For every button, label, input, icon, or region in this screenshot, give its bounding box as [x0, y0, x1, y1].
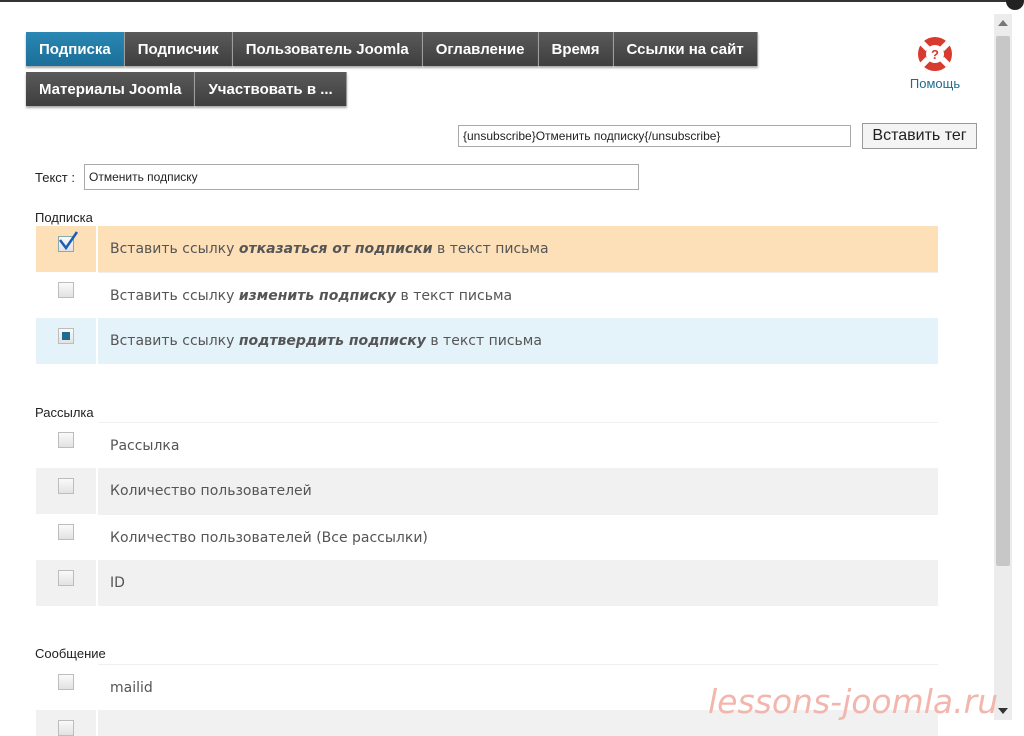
checkbox-cell — [36, 710, 98, 736]
user-count-all-checkbox[interactable] — [58, 524, 74, 540]
vertical-scrollbar[interactable] — [994, 14, 1012, 720]
section-title-subscription: Подписка — [35, 210, 93, 225]
checkbox-cell — [36, 422, 98, 468]
option-row-mailing[interactable]: Рассылка — [36, 422, 938, 468]
option-row-user-count-all[interactable]: Количество пользователей (Все рассылки) — [36, 514, 938, 560]
svg-text:?: ? — [931, 47, 939, 62]
window-top-border — [0, 0, 1010, 2]
insert-tag-button[interactable]: Вставить тег — [862, 123, 977, 149]
option-row-id[interactable]: ID — [36, 560, 938, 606]
section-title-mailing: Рассылка — [35, 405, 94, 420]
tab-subscriber[interactable]: Подписчик — [124, 32, 233, 66]
option-label: Количество пользователей (Все рассылки) — [98, 514, 938, 560]
tab-joomla-content[interactable]: Материалы Joomla — [26, 72, 196, 106]
mailing-options: Рассылка Количество пользователей Количе… — [36, 422, 938, 606]
tab-row-2: Материалы Joomla Участвовать в ... — [26, 72, 766, 106]
mailid-checkbox[interactable] — [58, 674, 74, 690]
close-icon[interactable] — [1006, 0, 1024, 10]
user-count-checkbox[interactable] — [58, 478, 74, 494]
cutoff-checkbox — [58, 720, 74, 736]
help-button[interactable]: ? Помощь — [900, 34, 970, 91]
confirm-checkbox[interactable] — [58, 328, 74, 344]
tab-row-1: Подписка Подписчик Пользователь Joomla О… — [26, 32, 766, 66]
tag-tabs: Подписка Подписчик Пользователь Joomla О… — [26, 32, 766, 106]
checkbox-cell — [36, 226, 98, 272]
option-label: Количество пользователей — [98, 468, 938, 514]
modify-checkbox[interactable] — [58, 282, 74, 298]
option-label: Вставить ссылку изменить подписку в текс… — [98, 272, 938, 318]
watermark: lessons-joomla.ru — [708, 682, 999, 721]
option-row-confirm[interactable]: Вставить ссылку подтвердить подписку в т… — [36, 318, 938, 364]
scrollbar-thumb[interactable] — [996, 36, 1010, 566]
checkbox-cell — [36, 468, 98, 514]
scroll-up-arrow-icon[interactable] — [994, 16, 1012, 30]
id-checkbox[interactable] — [58, 570, 74, 586]
checkmark-icon — [59, 231, 79, 251]
tab-participate[interactable]: Участвовать в ... — [195, 72, 347, 106]
tab-table-of-contents[interactable]: Оглавление — [422, 32, 539, 66]
option-row-user-count[interactable]: Количество пользователей — [36, 468, 938, 514]
tab-subscription[interactable]: Подписка — [26, 32, 125, 66]
unsubscribe-checkbox[interactable] — [58, 231, 79, 252]
mailing-checkbox[interactable] — [58, 432, 74, 448]
tag-preview-input[interactable] — [458, 125, 851, 147]
subscription-options: Вставить ссылку отказаться от подписки в… — [36, 226, 938, 364]
help-label: Помощь — [909, 76, 961, 91]
text-field-label: Текст : — [35, 170, 75, 185]
checkbox-cell — [36, 514, 98, 560]
option-label: Рассылка — [98, 422, 938, 468]
option-row-unsubscribe[interactable]: Вставить ссылку отказаться от подписки в… — [36, 226, 938, 272]
checkbox-cell — [36, 664, 98, 710]
option-row-modify[interactable]: Вставить ссылку изменить подписку в текс… — [36, 272, 938, 318]
checkbox-cell — [36, 272, 98, 318]
tab-joomla-user[interactable]: Пользователь Joomla — [232, 32, 423, 66]
tab-site-links[interactable]: Ссылки на сайт — [613, 32, 758, 66]
link-text-input[interactable] — [84, 164, 639, 190]
option-label: ID — [98, 560, 938, 606]
checkbox-cell — [36, 560, 98, 606]
tab-time[interactable]: Время — [538, 32, 614, 66]
lifebuoy-icon: ? — [918, 37, 952, 71]
option-label: Вставить ссылку подтвердить подписку в т… — [98, 318, 938, 364]
option-label: Вставить ссылку отказаться от подписки в… — [98, 226, 938, 272]
section-title-message: Сообщение — [35, 646, 106, 661]
checkbox-cell — [36, 318, 98, 364]
